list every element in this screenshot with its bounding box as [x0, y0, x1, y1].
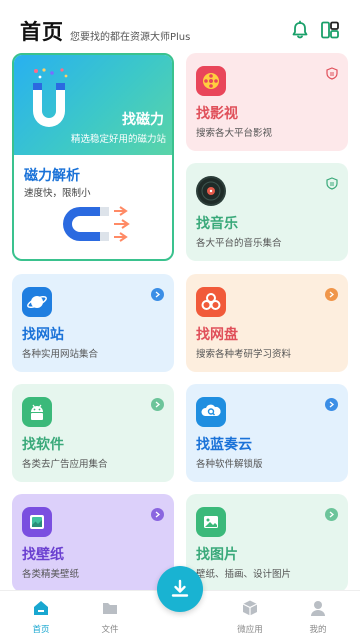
page-subtitle: 您要找的都在资源大师Plus — [70, 32, 191, 43]
home-screen: 首页 您要找的都在资源大师Plus 找磁力 精选稳定好用的磁力站 磁力解析 速度… — [0, 0, 360, 640]
page-title: 首页 — [20, 20, 64, 44]
nav-mini-apps[interactable]: 微应用 — [226, 597, 274, 639]
shield-badge-icon — [326, 177, 338, 190]
search-cloud-icon — [196, 397, 226, 427]
card-desc: 各类去广告应用集合 — [22, 459, 108, 470]
wallpaper-icon — [22, 507, 52, 537]
magnet-horseshoe-icon — [63, 206, 130, 242]
card-desc: 各种实用网站集合 — [22, 349, 99, 360]
card-picture[interactable]: 找图片 壁纸、插画、设计图片 — [186, 494, 348, 592]
nav-label: 我的 — [309, 625, 327, 635]
card-title: 找图片 — [196, 547, 238, 563]
magnet-parse-title: 磁力解析 — [24, 168, 80, 184]
card-title: 找蓝奏云 — [196, 437, 252, 453]
card-title: 找影视 — [196, 106, 238, 122]
card-desc: 各种软件解锁版 — [196, 459, 263, 470]
nav-file[interactable]: 文件 — [86, 597, 134, 639]
card-software[interactable]: 找软件 各类去广告应用集合 — [12, 384, 174, 482]
card-title: 找壁纸 — [22, 547, 64, 563]
vinyl-disc-icon — [196, 176, 226, 206]
chevron-right-icon — [151, 508, 164, 521]
shield-badge-icon — [326, 67, 338, 80]
card-wallpaper[interactable]: 找壁纸 各类精美壁纸 — [12, 494, 174, 592]
card-lanzou[interactable]: 找蓝奏云 各种软件解锁版 — [186, 384, 348, 482]
magnet-title: 找磁力 — [122, 112, 164, 128]
chevron-right-icon — [151, 398, 164, 411]
nav-label: 首页 — [32, 625, 50, 635]
magnet-parse-desc: 速度快，限制小 — [24, 188, 91, 199]
magnet-u-icon — [33, 68, 68, 127]
user-icon — [311, 601, 325, 616]
card-title: 找音乐 — [196, 216, 238, 232]
card-music[interactable]: 找音乐 各大平台的音乐集合 — [186, 163, 348, 261]
download-button[interactable] — [157, 566, 203, 612]
cube-icon — [242, 600, 258, 616]
chevron-right-icon — [325, 398, 338, 411]
card-title: 找网盘 — [196, 327, 238, 343]
cloud-drive-icon — [196, 287, 226, 317]
chevron-right-icon — [325, 288, 338, 301]
nav-home[interactable]: 首页 — [17, 597, 65, 639]
planet-icon — [22, 287, 52, 317]
nav-label: 微应用 — [237, 625, 263, 635]
card-title: 找软件 — [22, 437, 64, 453]
chevron-right-icon — [325, 508, 338, 521]
android-icon — [22, 397, 52, 427]
bell-icon[interactable] — [290, 20, 310, 40]
card-video[interactable]: 找影视 搜索各大平台影视 — [186, 53, 348, 151]
card-desc: 各大平台的音乐集合 — [196, 238, 282, 249]
film-reel-icon — [196, 66, 226, 96]
header: 首页 您要找的都在资源大师Plus — [0, 0, 360, 52]
layout-panel-icon[interactable] — [320, 20, 340, 40]
magnet-search-section[interactable]: 找磁力 精选稳定好用的磁力站 — [14, 55, 172, 155]
magnet-card[interactable]: 找磁力 精选稳定好用的磁力站 磁力解析 速度快，限制小 — [12, 53, 174, 261]
home-icon — [34, 601, 48, 615]
nav-label: 文件 — [101, 625, 119, 635]
card-desc: 搜索各种考研学习资料 — [196, 349, 292, 360]
chevron-right-icon — [151, 288, 164, 301]
card-desc: 搜索各大平台影视 — [196, 128, 273, 139]
nav-mine[interactable]: 我的 — [294, 597, 342, 639]
download-icon — [171, 579, 189, 597]
picture-icon — [196, 507, 226, 537]
card-desc: 壁纸、插画、设计图片 — [196, 569, 292, 580]
card-netdisk[interactable]: 找网盘 搜索各种考研学习资料 — [186, 274, 348, 372]
magnet-desc: 精选稳定好用的磁力站 — [70, 134, 166, 145]
card-website[interactable]: 找网站 各种实用网站集合 — [12, 274, 174, 372]
card-title: 找网站 — [22, 327, 64, 343]
card-desc: 各类精美壁纸 — [22, 569, 80, 580]
file-icon — [103, 603, 117, 614]
